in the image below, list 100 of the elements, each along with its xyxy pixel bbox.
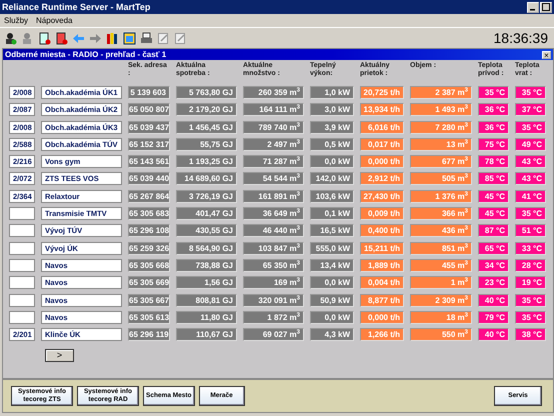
- amount-value: 71 287 m$^{3}$: [243, 155, 304, 168]
- volume-value: 13 m$^{3}$: [410, 138, 472, 151]
- supply-temperature: 34 °C: [478, 258, 509, 272]
- volume-value: 550 m$^{3}$: [410, 328, 472, 342]
- printer-icon[interactable]: [140, 32, 153, 44]
- power-value: 142,0 kW: [310, 172, 354, 186]
- amount-value: 46 440 m$^{3}$: [243, 224, 304, 238]
- minimize-button[interactable]: [527, 2, 539, 12]
- consumption-value: 738,88 GJ: [176, 258, 237, 272]
- return-temperature: 33 °C: [515, 242, 546, 255]
- volume-value: 677 m$^{3}$: [410, 155, 472, 168]
- amount-value: 260 359 m$^{3}$: [243, 86, 304, 99]
- consumption-value: 5 763,80 GJ: [176, 86, 237, 99]
- code-cell: [9, 276, 35, 290]
- amount-value: 69 027 m$^{3}$: [243, 328, 304, 342]
- clock: 18:36:39: [494, 30, 548, 46]
- supply-temperature: 40 °C: [478, 294, 509, 307]
- address-value: 65 305 669: [128, 276, 170, 290]
- return-temperature: 35 °C: [515, 207, 546, 220]
- amount-value: 161 891 m$^{3}$: [243, 190, 304, 203]
- document-icon[interactable]: [55, 32, 68, 44]
- supply-temperature: 85 °C: [478, 172, 509, 186]
- address-value: 5 139 603: [128, 86, 170, 99]
- power-value: 0,0 kW: [310, 276, 354, 290]
- volume-value: 18 m$^{3}$: [410, 310, 472, 324]
- consumption-value: 1,56 GJ: [176, 276, 237, 290]
- consumption-value: 430,55 GJ: [176, 224, 237, 238]
- amount-value: 54 544 m$^{3}$: [243, 172, 304, 186]
- volume-value: 436 m$^{3}$: [410, 224, 472, 238]
- supply-temperature: 23 °C: [478, 276, 509, 290]
- window-title: Reliance Runtime Server - MartTep: [2, 2, 150, 12]
- power-value: 13,4 kW: [310, 258, 354, 272]
- consumption-value: 2 179,20 GJ: [176, 103, 237, 116]
- flow-value: 0,017 t/h: [360, 138, 404, 151]
- amount-value: 36 649 m$^{3}$: [243, 207, 304, 220]
- code-cell: [9, 242, 35, 255]
- flow-value: 20,725 t/h: [360, 86, 404, 99]
- supply-temperature: 79 °C: [478, 310, 509, 324]
- power-value: 0,5 kW: [310, 138, 354, 151]
- menu-item[interactable]: Nápoveda: [36, 16, 72, 25]
- volume-value: 366 m$^{3}$: [410, 207, 472, 220]
- flow-value: 2,912 t/h: [360, 172, 404, 186]
- supply-temperature: 87 °C: [478, 224, 509, 238]
- document-icon[interactable]: [38, 32, 51, 44]
- amount-value: 1 872 m$^{3}$: [243, 310, 304, 324]
- amount-value: 320 091 m$^{3}$: [243, 294, 304, 307]
- consumption-value: 1 456,45 GJ: [176, 120, 237, 134]
- address-value: 65 305 668: [128, 258, 170, 272]
- address-value: 65 305 667: [128, 294, 170, 307]
- return-temperature: 35 °C: [515, 120, 546, 134]
- volume-value: 851 m$^{3}$: [410, 242, 472, 255]
- flow-value: 0,000 t/h: [360, 155, 404, 168]
- supply-temperature: 45 °C: [478, 207, 509, 220]
- maximize-button[interactable]: [540, 2, 552, 12]
- supply-temperature: 75 °C: [478, 138, 509, 151]
- power-value: 1,0 kW: [310, 86, 354, 99]
- code-cell: [9, 224, 35, 238]
- power-value: 103,6 kW: [310, 190, 354, 203]
- volume-value: 455 m$^{3}$: [410, 258, 472, 272]
- window-icon[interactable]: [123, 32, 136, 44]
- maximize-icon: [542, 3, 550, 11]
- supply-temperature: 45 °C: [478, 190, 509, 203]
- return-temperature: 19 °C: [515, 276, 546, 290]
- address-value: 65 296 119: [128, 328, 170, 342]
- code-cell: [9, 310, 35, 324]
- supply-temperature: 36 °C: [478, 120, 509, 134]
- supply-temperature: 40 °C: [478, 328, 509, 342]
- flow-value: 13,934 t/h: [360, 103, 404, 116]
- consumption-value: 55,75 GJ: [176, 138, 237, 151]
- amount-value: 164 111 m$^{3}$: [243, 103, 304, 116]
- power-value: 0,1 kW: [310, 207, 354, 220]
- address-value: 65 050 807: [128, 103, 170, 116]
- return-temperature: 49 °C: [515, 138, 546, 151]
- flow-value: 6,016 t/h: [360, 120, 404, 134]
- flow-value: 0,004 t/h: [360, 276, 404, 290]
- power-value: 0,0 kW: [310, 310, 354, 324]
- consumption-value: 8 564,90 GJ: [176, 242, 237, 255]
- next-button[interactable]: >: [45, 348, 74, 362]
- power-value: 3,0 kW: [310, 103, 354, 116]
- flow-value: 0,009 t/h: [360, 207, 404, 220]
- return-temperature: 35 °C: [515, 294, 546, 307]
- consumption-value: 110,67 GJ: [176, 328, 237, 342]
- books-icon[interactable]: [106, 32, 119, 44]
- user-icon[interactable]: [4, 32, 17, 44]
- consumption-value: 401,47 GJ: [176, 207, 237, 220]
- volume-value: 505 m$^{3}$: [410, 172, 472, 186]
- address-value: 65 296 108: [128, 224, 170, 238]
- code-cell: [9, 294, 35, 307]
- amount-value: 2 497 m$^{3}$: [243, 138, 304, 151]
- address-value: 65 305 683: [128, 207, 170, 220]
- volume-value: 2 387 m$^{3}$: [410, 86, 472, 99]
- return-temperature: 43 °C: [515, 155, 546, 168]
- volume-value: 1 493 m$^{3}$: [410, 103, 472, 116]
- supply-temperature: 36 °C: [478, 103, 509, 116]
- flow-value: 0,400 t/h: [360, 224, 404, 238]
- close-button[interactable]: ×: [542, 50, 551, 58]
- address-value: 65 143 561: [128, 155, 170, 168]
- supply-temperature: 65 °C: [478, 242, 509, 255]
- menu-item[interactable]: Služby: [4, 16, 28, 25]
- return-temperature: 28 °C: [515, 258, 546, 272]
